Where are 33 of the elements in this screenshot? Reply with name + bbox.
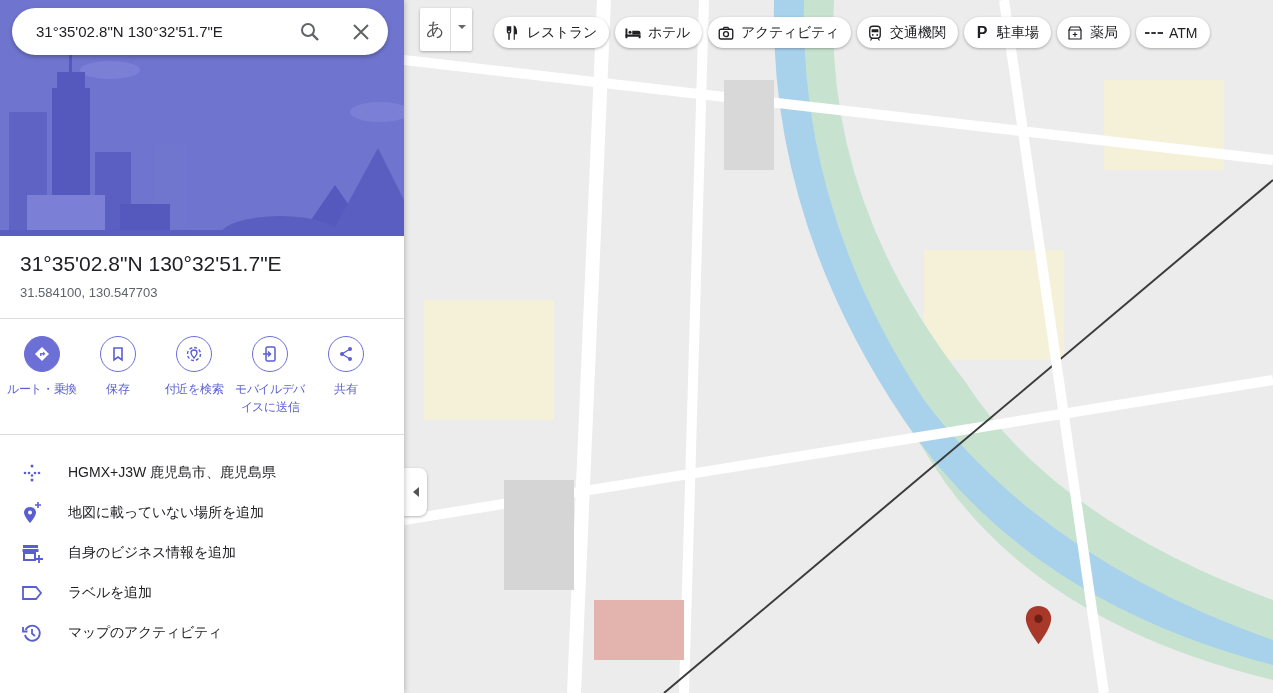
input-tool-button[interactable]: あ <box>420 8 472 51</box>
action-button[interactable] <box>252 336 288 372</box>
action-label[interactable]: 保存 <box>80 380 156 398</box>
train-icon <box>866 23 884 42</box>
location-pin-icon <box>1025 606 1052 644</box>
action-label[interactable]: モバイルデバイスに送信 <box>232 380 308 416</box>
detail-item[interactable]: 地図に載っていない場所を追加 <box>68 504 264 522</box>
category-chip[interactable]: アクティビティ <box>708 17 851 48</box>
category-chip[interactable]: P 駐車場 <box>964 17 1051 48</box>
caret-icon <box>458 25 466 30</box>
category-chip[interactable]: 交通機関 <box>857 17 958 48</box>
action-label[interactable]: 付近を検索 <box>156 380 232 398</box>
category-chip[interactable]: 薬局 <box>1057 17 1130 48</box>
atm-icon <box>1145 31 1163 34</box>
coordinates-text: 31.584100, 130.547703 <box>20 285 159 300</box>
detail-item[interactable]: ラベルを追加 <box>68 584 152 602</box>
detail-item[interactable]: 自身のビジネス情報を追加 <box>68 544 236 562</box>
place-title: 31°35'02.8"N 130°32'51.7"E <box>20 252 283 276</box>
action-button[interactable] <box>24 336 60 372</box>
action-label[interactable]: 共有 <box>308 380 384 398</box>
action-button[interactable] <box>176 336 212 372</box>
parking-icon: P <box>973 23 991 42</box>
category-chip[interactable]: ATM <box>1136 17 1210 48</box>
action-button[interactable] <box>100 336 136 372</box>
action-label[interactable]: ルート・乗換 <box>4 380 80 398</box>
action-button[interactable] <box>328 336 364 372</box>
caret-icon <box>412 487 419 497</box>
detail-item[interactable]: マップのアクティビティ <box>68 624 222 642</box>
collapse-button[interactable] <box>404 468 427 516</box>
category-chip[interactable]: ホテル <box>615 17 702 48</box>
category-chip[interactable]: レストラン <box>494 17 609 48</box>
detail-item[interactable]: HGMX+J3W 鹿児島市、鹿児島県 <box>68 464 277 482</box>
pharmacy-icon <box>1066 23 1084 42</box>
